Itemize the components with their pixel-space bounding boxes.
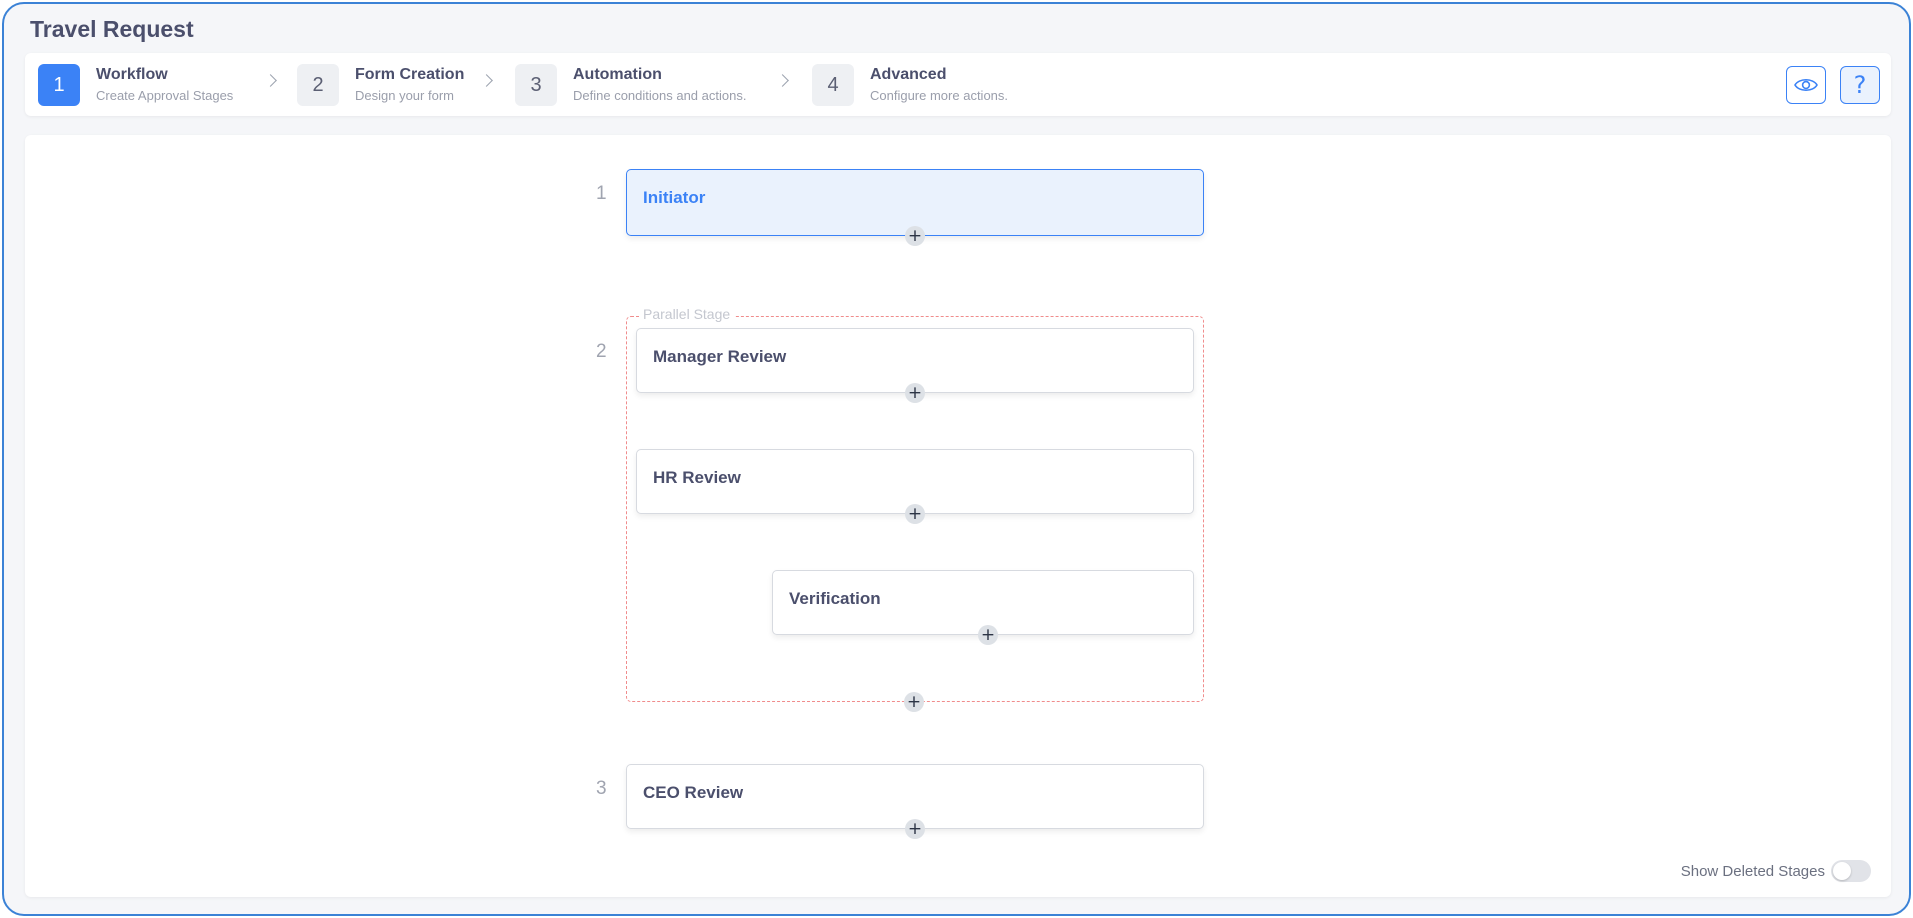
page-title: Travel Request [30,16,194,42]
step-number: 1 [38,64,80,106]
add-stage-button[interactable]: + [905,504,925,524]
step-subtitle: Design your form [355,88,454,103]
show-deleted-stages-label: Show Deleted Stages [1680,862,1825,880]
help-button[interactable]: ? [1840,66,1880,104]
step-number: 3 [515,64,557,106]
add-stage-button[interactable]: + [905,819,925,839]
step-automation[interactable]: 3 Automation Define conditions and actio… [515,64,775,106]
preview-button[interactable] [1786,66,1826,104]
show-deleted-stages-toggle[interactable] [1831,860,1871,882]
step-advanced[interactable]: 4 Advanced Configure more actions. [812,64,1052,106]
step-form-creation[interactable]: 2 Form Creation Design your form [297,64,472,106]
toggle-knob [1833,862,1851,880]
stage-card-title: HR Review [653,468,741,487]
step-subtitle: Create Approval Stages [96,88,234,103]
stage-card-title: Initiator [643,188,706,207]
add-stage-button[interactable]: + [905,226,925,246]
step-subtitle: Configure more actions. [870,88,1009,103]
step-title: Form Creation [355,66,465,83]
stage-number: 2 [596,341,607,362]
app-frame: Travel Request 1 Workflow Create Approva… [2,2,1911,916]
add-stage-button[interactable]: + [904,692,924,712]
chevron-right-icon [480,74,493,87]
stage-card-title: Verification [789,589,881,608]
step-subtitle: Define conditions and actions. [573,88,747,103]
show-deleted-stages-control: Show Deleted Stages [1681,860,1871,882]
stage-number: 3 [596,778,607,799]
add-stage-button[interactable]: + [905,383,925,403]
parallel-stage-label: Parallel Stage [639,306,735,322]
step-title: Workflow [96,66,168,83]
eye-icon [1794,78,1818,92]
step-workflow[interactable]: 1 Workflow Create Approval Stages [38,64,258,106]
chevron-right-icon [776,74,789,87]
stage-number: 1 [596,183,607,204]
add-stage-button[interactable]: + [978,625,998,645]
workflow-canvas: 1 Initiator + 2 Parallel Stage Manager R… [25,135,1891,897]
step-number: 4 [812,64,854,106]
step-number: 2 [297,64,339,106]
question-mark-icon: ? [1853,71,1867,99]
step-title: Automation [573,66,662,83]
stepper-bar: 1 Workflow Create Approval Stages 2 Form… [25,53,1891,116]
step-title: Advanced [870,66,947,83]
stage-card-title: CEO Review [643,783,744,802]
stage-card-title: Manager Review [653,347,787,366]
chevron-right-icon [264,74,277,87]
